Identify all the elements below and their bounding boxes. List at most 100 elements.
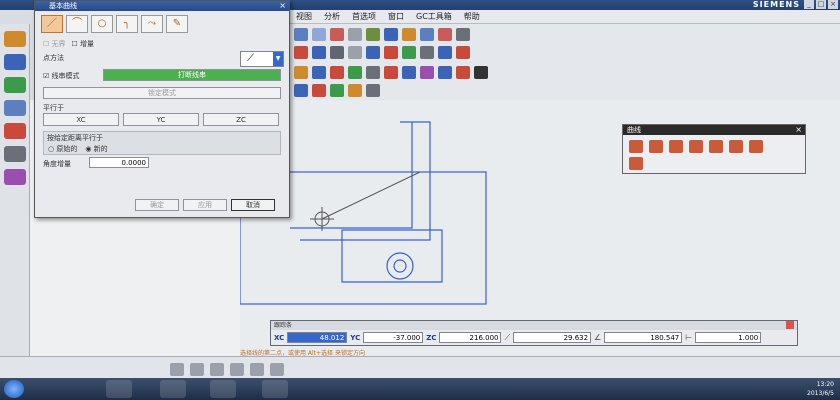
ok-button[interactable]: 确定 — [135, 199, 179, 211]
cancel-button[interactable]: 取消 — [231, 199, 275, 211]
measure-icon[interactable] — [402, 27, 416, 41]
snap-center-icon[interactable] — [230, 362, 244, 376]
sphere-icon[interactable] — [474, 65, 488, 79]
blend-icon[interactable] — [384, 65, 398, 79]
dialog-close-button[interactable]: × — [279, 1, 286, 10]
spline-icon[interactable] — [330, 83, 344, 97]
render-icon[interactable] — [420, 27, 434, 41]
taskbar-browser-icon[interactable] — [160, 380, 186, 398]
menu-gc-toolbox[interactable]: GC工具箱 — [416, 11, 452, 22]
incremental-checkbox[interactable]: ☐ 增量 — [72, 39, 95, 49]
history-icon[interactable] — [4, 123, 26, 139]
snap-icon[interactable] — [330, 27, 344, 41]
text-icon[interactable] — [312, 45, 326, 59]
reuse-library-icon[interactable] — [4, 77, 26, 93]
line-tool-button[interactable]: ／ — [41, 15, 63, 33]
xc-button[interactable]: XC — [43, 113, 119, 126]
pocket-icon[interactable] — [366, 65, 380, 79]
line-icon[interactable] — [330, 45, 344, 59]
lock-mode-button[interactable]: 锁定模式 — [43, 87, 281, 99]
line-icon[interactable] — [629, 139, 643, 153]
boss-icon[interactable] — [348, 65, 362, 79]
layer-icon[interactable] — [366, 27, 380, 41]
draft-icon[interactable] — [438, 65, 452, 79]
menu-view[interactable]: 视图 — [296, 11, 312, 22]
tracking-close-icon[interactable] — [786, 321, 794, 329]
arc-icon[interactable] — [348, 45, 362, 59]
web-browser-icon[interactable] — [4, 100, 26, 116]
trim-tool-button[interactable]: ⤳ — [141, 15, 163, 33]
string-mode-checkbox[interactable]: ☑ 线串模式 — [43, 71, 80, 81]
angle-increment-input[interactable]: 0.0000 — [89, 157, 149, 168]
taskbar-explorer-icon[interactable] — [106, 380, 132, 398]
revolve-icon[interactable] — [312, 65, 326, 79]
assembly-navigator-icon[interactable] — [4, 31, 26, 47]
offset-curve-icon[interactable] — [749, 139, 763, 153]
trim-icon[interactable] — [384, 45, 398, 59]
hole-icon[interactable] — [330, 65, 344, 79]
start-button[interactable] — [4, 380, 24, 398]
minimize-button[interactable]: _ — [804, 0, 814, 9]
fillet-tool-button[interactable]: ╮ — [116, 15, 138, 33]
filter-icon[interactable] — [348, 27, 362, 41]
length-input[interactable]: 29.632 — [513, 332, 592, 343]
maximize-button[interactable]: □ — [816, 0, 826, 9]
extend-icon[interactable] — [402, 45, 416, 59]
menu-help[interactable]: 帮助 — [464, 11, 480, 22]
point-method-select[interactable]: ⟋ ▼ — [240, 51, 284, 67]
snap-intersection-icon[interactable] — [270, 362, 284, 376]
extrude-icon[interactable] — [294, 65, 308, 79]
part-navigator-icon[interactable] — [4, 54, 26, 70]
menu-analysis[interactable]: 分析 — [324, 11, 340, 22]
snap-quadrant-icon[interactable] — [250, 362, 264, 376]
rectangle-icon[interactable] — [709, 139, 723, 153]
taskbar-nx-icon[interactable] — [210, 380, 236, 398]
zc-input[interactable]: 216.000 — [439, 332, 502, 343]
project-icon[interactable] — [366, 83, 380, 97]
point-icon[interactable] — [294, 83, 308, 97]
arc-icon[interactable] — [649, 139, 663, 153]
zoom-icon[interactable] — [366, 45, 380, 59]
menu-preferences[interactable]: 首选项 — [352, 11, 376, 22]
helix-icon[interactable] — [689, 139, 703, 153]
system-materials-icon[interactable] — [4, 146, 26, 162]
original-radio[interactable]: ○ 原始的 — [48, 144, 77, 154]
orient-icon[interactable] — [312, 27, 326, 41]
shell-icon[interactable] — [420, 65, 434, 79]
datum-icon[interactable] — [438, 27, 452, 41]
apply-button[interactable]: 应用 — [183, 199, 227, 211]
arc-tool-button[interactable]: ⌒ — [66, 15, 88, 33]
polygon-icon[interactable] — [729, 139, 743, 153]
select-filter-icon[interactable] — [170, 362, 184, 376]
offset-icon[interactable] — [420, 45, 434, 59]
wcs-icon[interactable] — [456, 27, 470, 41]
chamfer-icon[interactable] — [402, 65, 416, 79]
snap-midpoint-icon[interactable] — [210, 362, 224, 376]
edit-curve-button[interactable]: ✎ — [166, 15, 188, 33]
spline-icon[interactable] — [669, 139, 683, 153]
circle-tool-button[interactable]: ○ — [91, 15, 113, 33]
close-window-button[interactable]: × — [828, 0, 838, 9]
yc-button[interactable]: YC — [123, 113, 199, 126]
chevron-down-icon[interactable]: ▼ — [273, 52, 283, 66]
select-icon[interactable] — [384, 27, 398, 41]
offset-input[interactable]: 1.000 — [695, 332, 762, 343]
angle-input[interactable]: 180.547 — [604, 332, 683, 343]
roles-icon[interactable] — [4, 169, 26, 185]
infinite-checkbox[interactable]: ☐ 无界 — [43, 39, 66, 49]
pattern-icon[interactable] — [456, 45, 470, 59]
sketch-icon[interactable] — [294, 45, 308, 59]
helix-icon[interactable] — [348, 83, 362, 97]
zc-button[interactable]: ZC — [203, 113, 279, 126]
yc-input[interactable]: -37.000 — [363, 332, 424, 343]
bridge-curve-icon[interactable] — [629, 156, 643, 170]
view-icon[interactable] — [294, 27, 308, 41]
curve-tool-icon[interactable] — [312, 83, 326, 97]
taskbar-remote-icon[interactable] — [262, 380, 288, 398]
mirror-icon[interactable] — [438, 45, 452, 59]
xc-input[interactable]: 48.012 — [287, 332, 348, 343]
break-string-button[interactable]: 打断线串 — [103, 69, 281, 81]
unite-icon[interactable] — [456, 65, 470, 79]
menu-window[interactable]: 窗口 — [388, 11, 404, 22]
new-radio[interactable]: ◉ 新的 — [85, 144, 107, 154]
